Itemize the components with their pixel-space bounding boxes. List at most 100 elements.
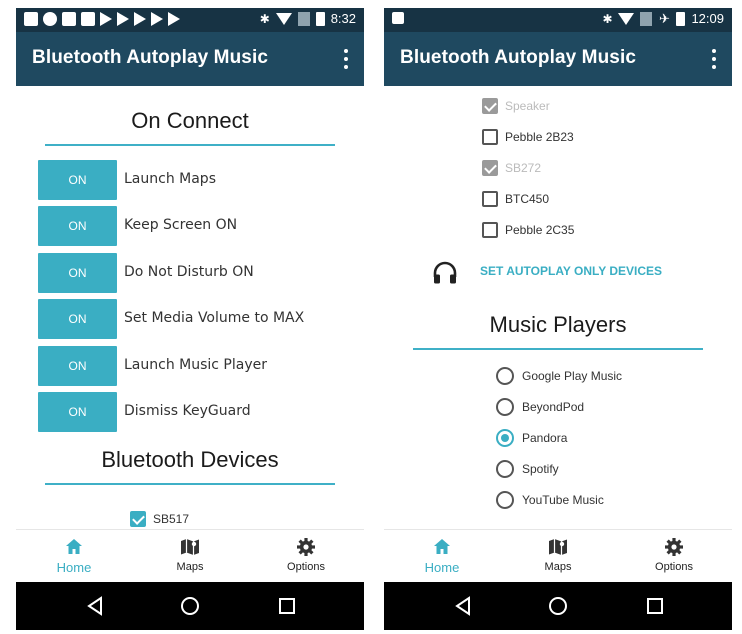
radio-button[interactable] xyxy=(496,460,514,478)
home-circle-icon[interactable] xyxy=(180,596,200,616)
map-icon xyxy=(181,539,199,555)
app-title: Bluetooth Autoplay Music xyxy=(32,47,269,68)
battery-icon xyxy=(676,11,686,26)
device-checkbox-row[interactable]: SB272 xyxy=(482,158,541,178)
do-not-disturb-toggle[interactable]: ON xyxy=(38,253,117,293)
autoplay-devices-row[interactable] xyxy=(432,258,458,288)
player-radio-row[interactable]: BeyondPod xyxy=(496,397,584,417)
main-content[interactable]: On Connect ON Launch Maps ON Keep Screen… xyxy=(16,86,364,529)
nav-maps[interactable]: Maps xyxy=(500,530,616,583)
play-notification-icon xyxy=(168,12,180,26)
keep-screen-on-toggle[interactable]: ON xyxy=(38,206,117,246)
system-navigation-bar xyxy=(384,582,732,630)
device-label: SB517 xyxy=(153,512,190,526)
radio-button[interactable] xyxy=(496,491,514,509)
radio-button[interactable] xyxy=(496,367,514,385)
toggle-label: Launch Maps xyxy=(124,171,216,187)
device-checkbox-row[interactable]: Speaker xyxy=(482,96,550,116)
device-checkbox-row[interactable]: BTC450 xyxy=(482,189,549,209)
checkbox[interactable] xyxy=(482,129,498,145)
checkbox[interactable] xyxy=(482,191,498,207)
battery-icon xyxy=(315,11,325,26)
toggle-row-launch-maps: ON Launch Maps xyxy=(38,160,348,200)
set-autoplay-devices-button[interactable]: SET AUTOPLAY ONLY DEVICES xyxy=(480,264,662,278)
player-label: YouTube Music xyxy=(522,493,604,507)
toggle-label: Launch Music Player xyxy=(124,357,267,373)
launch-maps-toggle[interactable]: ON xyxy=(38,160,117,200)
device-checkbox-row[interactable]: Pebble 2B23 xyxy=(482,127,574,147)
section-title-on-connect: On Connect xyxy=(131,108,249,133)
bluetooth-icon: ✱ xyxy=(602,11,613,26)
overflow-menu-icon[interactable] xyxy=(342,49,350,69)
main-content[interactable]: Speaker Pebble 2B23 SB272 BTC450 Pebble … xyxy=(384,86,732,529)
player-label: Pandora xyxy=(522,431,568,445)
player-radio-row[interactable]: YouTube Music xyxy=(496,490,604,510)
gear-icon xyxy=(665,538,683,556)
book-notification-icon xyxy=(81,12,95,26)
play-notification-icon xyxy=(134,12,146,26)
checkbox[interactable] xyxy=(482,222,498,238)
checkbox[interactable] xyxy=(482,160,498,176)
play-notification-icon xyxy=(117,12,129,26)
clock: 8:32 xyxy=(330,11,356,26)
launch-music-player-toggle[interactable]: ON xyxy=(38,346,117,386)
nav-options[interactable]: Options xyxy=(616,530,732,583)
section-title-bluetooth-devices: Bluetooth Devices xyxy=(101,447,279,472)
player-radio-row[interactable]: Spotify xyxy=(496,459,559,479)
overflow-menu-icon[interactable] xyxy=(710,49,718,69)
recents-icon[interactable] xyxy=(646,596,664,616)
wifi-icon xyxy=(275,12,292,25)
home-icon xyxy=(66,539,82,554)
nav-home[interactable]: Home xyxy=(384,530,500,583)
nav-maps[interactable]: Maps xyxy=(132,530,248,583)
gear-icon xyxy=(297,538,315,556)
device-label: Speaker xyxy=(505,99,550,113)
chat-notification-icon xyxy=(24,12,38,26)
play-notification-icon xyxy=(100,12,112,26)
app-title: Bluetooth Autoplay Music xyxy=(400,47,637,68)
toggle-row-keep-screen-on: ON Keep Screen ON xyxy=(38,206,348,246)
signal-icon xyxy=(640,11,653,26)
toggle-row-launch-music-player: ON Launch Music Player xyxy=(38,346,348,386)
flash-notification-icon xyxy=(62,12,76,26)
player-label: BeyondPod xyxy=(522,400,585,414)
toggle-label: Keep Screen ON xyxy=(124,217,238,233)
checkbox[interactable] xyxy=(130,511,146,527)
map-icon xyxy=(549,539,567,555)
bottom-navigation: Home Maps Options xyxy=(16,529,364,582)
bottom-navigation: Home Maps Options xyxy=(384,529,732,582)
nav-options[interactable]: Options xyxy=(248,530,364,583)
back-icon[interactable] xyxy=(86,596,104,616)
section-divider xyxy=(45,483,335,485)
back-icon[interactable] xyxy=(454,596,472,616)
status-bar: ✱ 8:32 xyxy=(16,8,364,32)
section-divider xyxy=(413,348,703,350)
toggle-row-media-volume: ON Set Media Volume to MAX xyxy=(38,299,348,339)
player-radio-row[interactable]: Google Play Music xyxy=(496,366,622,386)
app-notification-icon xyxy=(43,12,57,26)
toggle-row-do-not-disturb: ON Do Not Disturb ON xyxy=(38,253,348,293)
app-bar: Bluetooth Autoplay Music xyxy=(16,32,364,86)
signal-icon xyxy=(297,11,310,26)
recents-icon[interactable] xyxy=(278,596,296,616)
clock: 12:09 xyxy=(691,11,724,26)
radio-button[interactable] xyxy=(496,398,514,416)
device-checkbox-row[interactable]: SB517 xyxy=(130,509,189,529)
dismiss-keyguard-toggle[interactable]: ON xyxy=(38,392,117,432)
device-label: Pebble 2B23 xyxy=(505,130,574,144)
device-label: SB272 xyxy=(505,161,542,175)
home-circle-icon[interactable] xyxy=(548,596,568,616)
wifi-icon xyxy=(618,12,635,25)
toggle-label: Do Not Disturb ON xyxy=(124,264,254,280)
player-radio-row[interactable]: Pandora xyxy=(496,428,567,448)
headphones-icon xyxy=(433,261,457,284)
checkbox[interactable] xyxy=(482,98,498,114)
device-checkbox-row[interactable]: Pebble 2C35 xyxy=(482,220,574,240)
player-label: Google Play Music xyxy=(522,369,623,383)
notification-icons xyxy=(392,12,404,24)
media-volume-toggle[interactable]: ON xyxy=(38,299,117,339)
nav-home[interactable]: Home xyxy=(16,530,132,583)
radio-button-selected[interactable] xyxy=(496,429,514,447)
notification-icons xyxy=(24,12,180,26)
section-divider xyxy=(45,144,335,146)
